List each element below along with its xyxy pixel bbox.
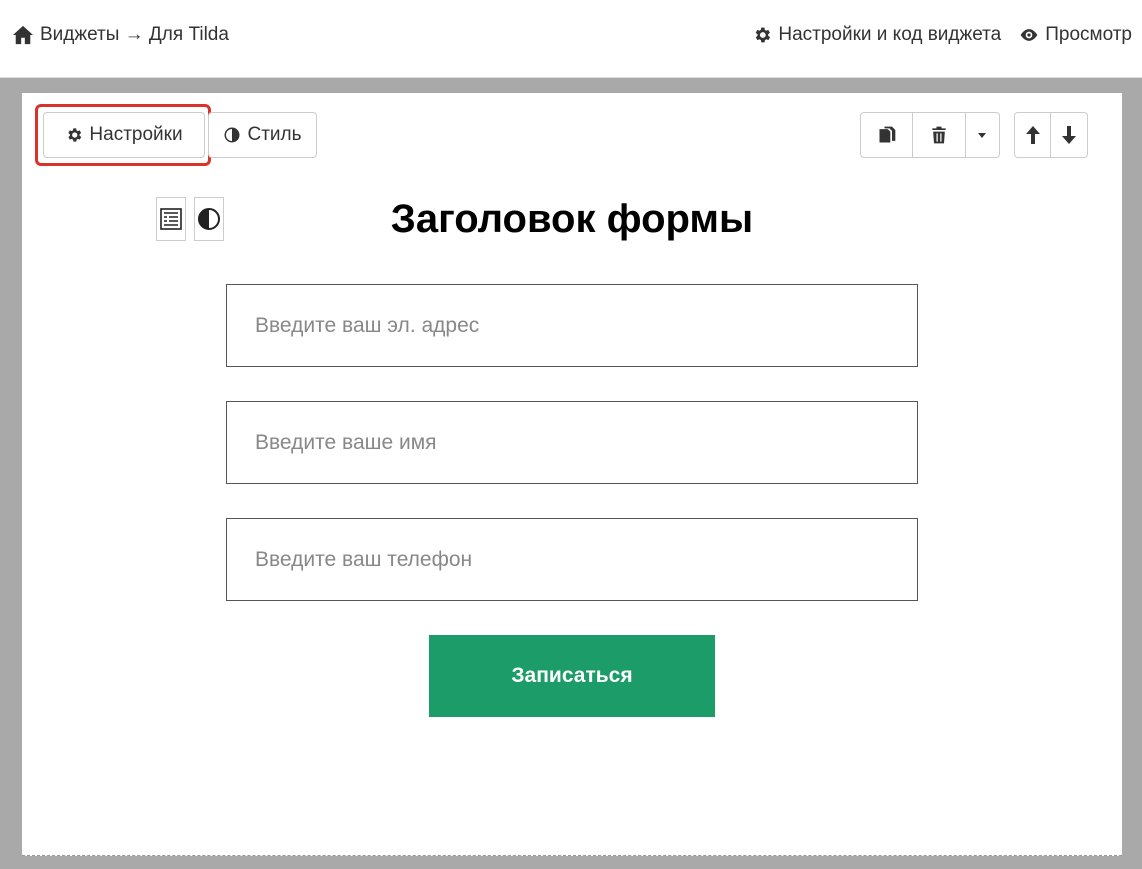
- contrast-icon: [224, 127, 240, 143]
- name-field[interactable]: [226, 401, 918, 484]
- style-button[interactable]: Стиль: [208, 112, 317, 158]
- more-dropdown-button[interactable]: [966, 113, 1000, 157]
- arrow-up-icon: [1025, 126, 1040, 144]
- trash-icon: [932, 126, 946, 144]
- eye-icon: [1020, 29, 1038, 41]
- home-icon: [13, 25, 33, 45]
- submit-button[interactable]: Записаться: [429, 635, 715, 717]
- delete-button[interactable]: [913, 113, 966, 157]
- copy-icon: [879, 126, 895, 143]
- move-down-button[interactable]: [1051, 113, 1087, 157]
- arrow-down-icon: [1062, 126, 1076, 144]
- form-title[interactable]: Заголовок формы: [22, 197, 1122, 242]
- email-field[interactable]: [226, 284, 918, 367]
- copy-button[interactable]: [861, 113, 914, 157]
- breadcrumb-text[interactable]: Виджеты → Для Tilda: [40, 24, 229, 46]
- gear-icon: [756, 27, 771, 43]
- preview-link[interactable]: Просмотр: [1019, 24, 1132, 46]
- top-nav: Настройки и код виджета Просмотр: [752, 24, 1132, 46]
- widget-settings-label: Настройки и код виджета: [778, 24, 1002, 45]
- caret-down-icon: [978, 133, 987, 138]
- widget-canvas: Настройки Стиль Заголовок формы Введите …: [22, 93, 1122, 856]
- move-up-button[interactable]: [1015, 113, 1052, 157]
- phone-field[interactable]: [226, 518, 918, 601]
- gear-icon: [68, 128, 82, 142]
- settings-button-label: Настройки: [89, 124, 183, 145]
- move-group: [1014, 112, 1088, 158]
- style-button-label: Стиль: [247, 124, 302, 145]
- settings-button[interactable]: Настройки: [43, 112, 205, 158]
- block-actions-group: [860, 112, 1000, 158]
- preview-label: Просмотр: [1045, 24, 1132, 45]
- top-bar: Виджеты → Для Tilda Настройки и код видж…: [0, 0, 1142, 78]
- widget-settings-link[interactable]: Настройки и код виджета: [752, 24, 1001, 46]
- breadcrumb[interactable]: Виджеты → Для Tilda: [12, 24, 229, 46]
